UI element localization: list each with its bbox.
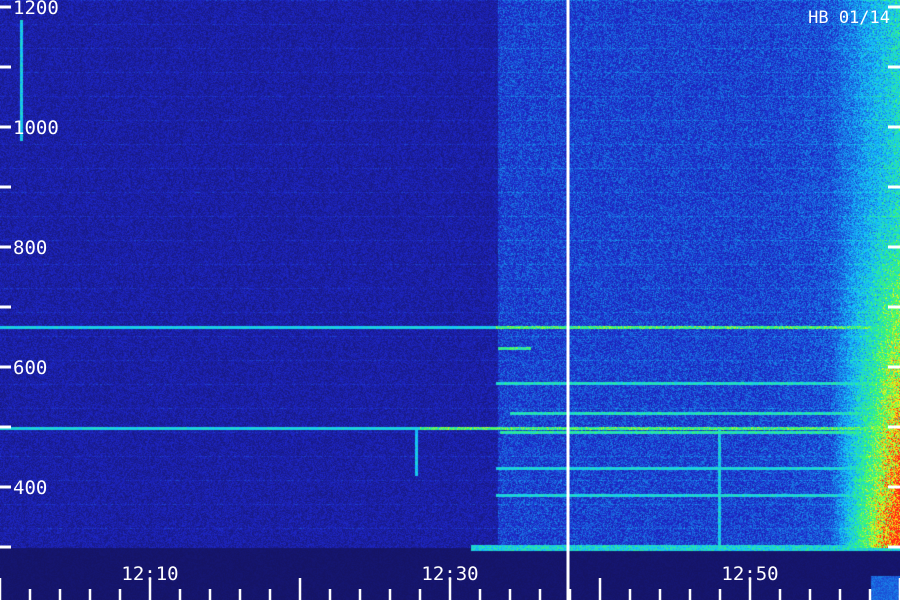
x-tick-label-12-50: 12:50 [721, 563, 778, 585]
spectrogram-overlay: 400 600 800 1000 1200 12:10 12:30 12:50 HB 01/… [0, 0, 900, 600]
x-tick-label-12-10: 12:10 [121, 563, 178, 585]
y-tick-label-600: 600 [13, 357, 47, 379]
y-tick-label-800: 800 [13, 237, 47, 259]
x-axis: 12:10 12:30 12:50 [0, 563, 900, 600]
y-axis: 400 600 800 1000 1200 [0, 0, 900, 549]
station-label: HB 01/14 [808, 8, 890, 28]
x-tick-label-12-30: 12:30 [421, 563, 478, 585]
y-tick-label-400: 400 [13, 477, 47, 499]
y-tick-label-1000: 1000 [13, 117, 59, 139]
y-tick-label-1200: 1200 [13, 0, 59, 19]
